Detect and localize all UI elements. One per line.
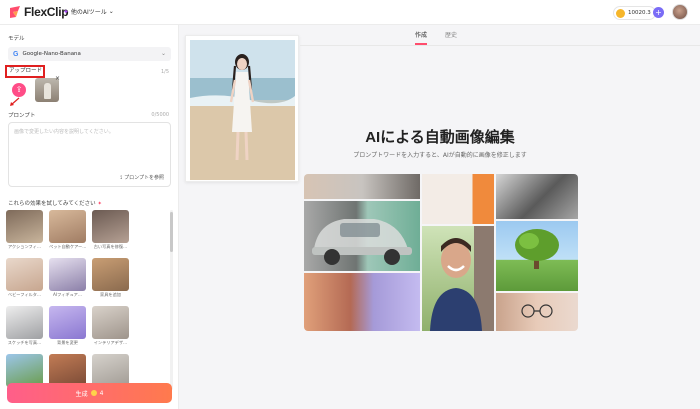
prompt-input[interactable]: 画像で変更したい内容を説明してください。 ⟟ プロンプトを参照 xyxy=(8,122,171,187)
effect-thumbnail xyxy=(49,258,86,291)
effect-card[interactable]: AIフィギュア… xyxy=(49,258,86,298)
effects-grid: アクションフィ… ペット自動ケアー… 古い写真を修復… ベビーフィルタ… AIフィギュア… xyxy=(6,210,166,388)
sparkle-icon: ✦ xyxy=(97,201,103,207)
prompt-icon: ⟟ xyxy=(120,174,123,181)
effect-thumbnail xyxy=(92,306,129,339)
effect-card[interactable]: 家具を追加 xyxy=(92,258,129,298)
prompt-library-label: プロンプトを参照 xyxy=(124,175,164,181)
effect-caption: 家具を追加 xyxy=(100,292,121,297)
effect-thumbnail xyxy=(6,258,43,291)
effect-card[interactable]: アクションフィ… xyxy=(6,210,43,250)
effect-thumbnail xyxy=(92,258,129,291)
effect-caption: 古い写真を修復… xyxy=(93,244,128,249)
beach-girl-illustration xyxy=(190,40,295,180)
effect-thumbnail xyxy=(6,210,43,243)
upload-icon: ⇪ xyxy=(15,85,23,94)
collage-sketch-image xyxy=(496,174,578,219)
effect-caption: スケッチを写真… xyxy=(7,340,42,345)
effect-caption: 背景を変更 xyxy=(57,340,78,345)
effects-title-text: これらの効果を試してみてください xyxy=(8,201,96,207)
glasses-illustration xyxy=(521,304,553,318)
prompt-count: 0/5000 xyxy=(151,112,169,118)
effect-caption: AIフィギュア… xyxy=(52,292,83,297)
hero-subtitle: プロンプトワードを入力すると、AIが自動的に画像を修正します xyxy=(353,152,527,159)
effect-thumbnail xyxy=(49,210,86,243)
sparkle-icon: ✦ xyxy=(63,7,69,16)
prompt-library-button[interactable]: ⟟ プロンプトを参照 xyxy=(120,174,164,182)
prompt-label: プロンプト xyxy=(8,113,36,119)
preview-image xyxy=(190,40,295,180)
chevron-down-icon: ⌄ xyxy=(108,8,114,15)
effect-card[interactable]: スケッチを写真… xyxy=(6,306,43,346)
upload-button[interactable]: ⇪ xyxy=(12,83,26,97)
sample-collage xyxy=(304,174,578,331)
effect-card[interactable]: 古い写真を修復… xyxy=(92,210,129,250)
scrollbar-thumb[interactable] xyxy=(170,212,173,252)
upload-label: アップロード xyxy=(5,65,45,78)
collage-room-image xyxy=(304,174,420,199)
top-bar: FlexClip ✦ 他のAIツール ⌄ 10020.3 + xyxy=(0,0,700,25)
prompt-placeholder: 画像で変更したい内容を説明してください。 xyxy=(14,129,114,135)
generate-button[interactable]: 生成 4 xyxy=(7,383,172,403)
ai-tools-label: 他のAIツール xyxy=(70,9,107,16)
model-label: モデル xyxy=(8,36,25,42)
credits-balance[interactable]: 10020.3 xyxy=(613,6,656,20)
thumbnail-figure xyxy=(44,83,51,99)
main-tabs: 作成 歴史 xyxy=(415,30,457,45)
remove-thumbnail-button[interactable]: × xyxy=(55,76,61,82)
effect-caption: ペット自動ケアー… xyxy=(49,244,86,249)
add-credits-button[interactable]: + xyxy=(653,7,664,18)
effect-card[interactable]: ペット自動ケアー… xyxy=(49,210,86,250)
effect-card[interactable]: ベビーフィルタ… xyxy=(6,258,43,298)
flexclip-logo[interactable]: FlexClip xyxy=(8,4,69,20)
ai-tools-menu[interactable]: ✦ 他のAIツール ⌄ xyxy=(63,7,114,17)
man-illustration xyxy=(430,226,494,331)
effect-card[interactable]: インテリアデザ… xyxy=(92,306,129,346)
tree-illustration xyxy=(515,229,559,269)
coin-icon xyxy=(616,8,625,18)
effect-caption: インテリアデザ… xyxy=(93,340,128,345)
coin-icon xyxy=(90,390,97,396)
effect-card[interactable]: 背景を変更 xyxy=(49,306,86,346)
tabs-divider xyxy=(300,45,700,46)
tab-create[interactable]: 作成 xyxy=(415,30,428,45)
flexclip-logo-icon xyxy=(10,6,20,18)
pointer-arrow-icon xyxy=(10,97,20,106)
collage-couple-shoe-image xyxy=(304,273,420,331)
model-select[interactable]: G Google-Nano-Banana ⌄ xyxy=(8,47,171,61)
model-value: Google-Nano-Banana xyxy=(22,51,81,57)
logo-text: FlexClip xyxy=(24,5,69,19)
user-avatar[interactable] xyxy=(672,4,688,20)
generate-cost: 4 xyxy=(99,389,104,397)
car-illustration xyxy=(312,219,412,265)
credits-value: 10020.3 xyxy=(628,10,651,16)
effect-caption: ベビーフィルタ… xyxy=(7,292,42,297)
image-preview-card[interactable] xyxy=(185,35,299,182)
collage-fashion-image xyxy=(422,174,494,224)
collage-woman-glasses-image xyxy=(496,293,578,331)
effects-title: これらの効果を試してみてください ✦ xyxy=(8,199,102,207)
effect-thumbnail xyxy=(49,306,86,339)
hero-title: AIによる自動画像編集 xyxy=(365,129,515,146)
effect-thumbnail xyxy=(6,306,43,339)
collage-tree-image xyxy=(496,221,578,291)
effect-caption: アクションフィ… xyxy=(7,244,42,249)
upload-count: 1/5 xyxy=(160,69,169,75)
google-icon: G xyxy=(13,50,19,58)
collage-man-portrait xyxy=(422,226,494,331)
left-panel: モデル G Google-Nano-Banana ⌄ アップロード 1/5 ⇪ … xyxy=(0,25,179,409)
generate-label: 生成 xyxy=(75,390,88,398)
collage-car-image xyxy=(304,201,420,271)
tab-history[interactable]: 歴史 xyxy=(445,30,457,45)
chevron-down-icon: ⌄ xyxy=(160,50,166,57)
effect-thumbnail xyxy=(92,210,129,243)
